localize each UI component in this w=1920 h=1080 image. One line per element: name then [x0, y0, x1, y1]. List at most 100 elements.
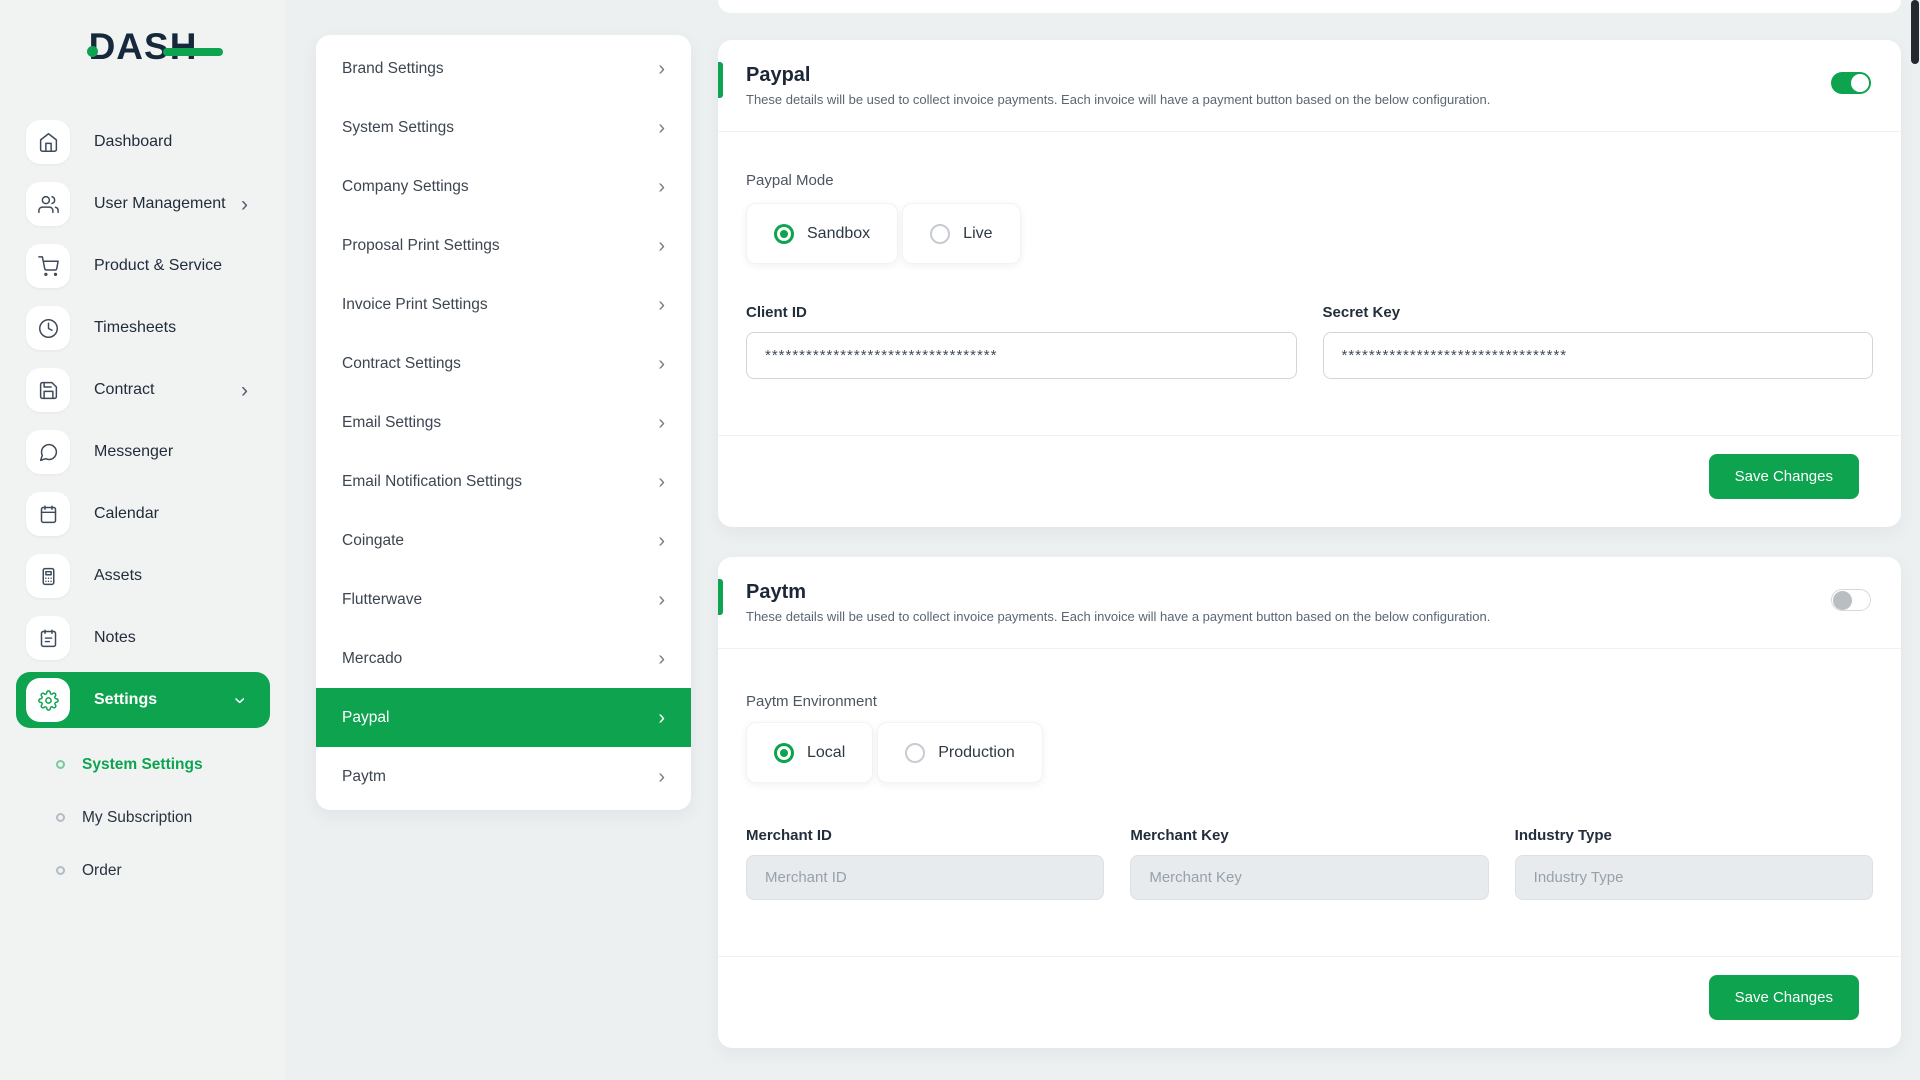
radio-unselected-icon — [905, 743, 925, 763]
merchant-key-input[interactable] — [1130, 855, 1488, 900]
menu-item-paytm[interactable]: Paytm › — [316, 747, 691, 806]
chevron-right-icon: › — [241, 194, 248, 215]
menu-item-label: Email Notification Settings — [342, 473, 522, 491]
app-logo[interactable]: DASH — [89, 26, 198, 84]
merchant-id-input[interactable] — [746, 855, 1104, 900]
paypal-fields: Client ID Secret Key — [746, 304, 1873, 379]
client-id-label: Client ID — [746, 304, 1297, 321]
page-scrollbar-thumb[interactable] — [1911, 0, 1919, 64]
menu-item-coingate[interactable]: Coingate › — [316, 511, 691, 570]
paypal-save-button[interactable]: Save Changes — [1709, 454, 1859, 499]
sidebar-item-settings[interactable]: Settings › — [16, 672, 270, 728]
chevron-right-icon: › — [658, 354, 665, 374]
sidebar-item-timesheets[interactable]: Timesheets — [16, 300, 270, 356]
menu-item-label: System Settings — [342, 119, 454, 137]
chevron-right-icon: › — [658, 59, 665, 79]
sidebar-subitem-system-settings[interactable]: System Settings — [16, 738, 270, 791]
logo-dot-icon — [87, 46, 98, 57]
paypal-card-body: Paypal Mode Sandbox Live Client ID Secre… — [718, 132, 1901, 435]
paytm-save-button[interactable]: Save Changes — [1709, 975, 1859, 1020]
green-accent-bar — [718, 62, 723, 98]
client-id-field-group: Client ID — [746, 304, 1297, 379]
radio-bullet-icon — [56, 866, 65, 875]
paypal-mode-label: Paypal Mode — [746, 172, 1873, 189]
sidebar-item-dashboard[interactable]: Dashboard — [16, 114, 270, 170]
paytm-settings-card: Paytm These details will be used to coll… — [718, 557, 1901, 1048]
logo-text: DASH — [89, 26, 198, 67]
radio-bullet-icon — [56, 760, 65, 769]
industry-type-input[interactable] — [1515, 855, 1873, 900]
sidebar-item-label: Assets — [94, 567, 142, 585]
settings-menu-panel: Brand Settings › System Settings › Compa… — [316, 35, 691, 810]
menu-item-label: Contract Settings — [342, 355, 461, 373]
green-accent-bar — [718, 579, 723, 615]
menu-item-brand-settings[interactable]: Brand Settings › — [316, 39, 691, 98]
chevron-down-icon: › — [230, 697, 251, 704]
sidebar-item-user-management[interactable]: User Management › — [16, 176, 270, 232]
chevron-right-icon: › — [658, 236, 665, 256]
sidebar-item-label: Settings — [94, 691, 157, 709]
paypal-enabled-toggle[interactable] — [1831, 72, 1871, 94]
paytm-env-production-option[interactable]: Production — [877, 722, 1043, 783]
chat-icon — [26, 430, 70, 474]
home-icon — [26, 120, 70, 164]
paypal-card-title: Paypal — [746, 64, 1873, 87]
paypal-card-footer: Save Changes — [718, 435, 1901, 527]
sidebar-item-label: User Management — [94, 195, 226, 213]
menu-item-proposal-print-settings[interactable]: Proposal Print Settings › — [316, 216, 691, 275]
merchant-id-label: Merchant ID — [746, 827, 1104, 844]
secret-key-field-group: Secret Key — [1323, 304, 1874, 379]
sidebar-subitem-order[interactable]: Order — [16, 844, 270, 897]
sidebar-item-messenger[interactable]: Messenger — [16, 424, 270, 480]
paypal-mode-options: Sandbox Live — [746, 203, 1873, 264]
chevron-right-icon: › — [658, 472, 665, 492]
sidebar-item-assets[interactable]: Assets — [16, 548, 270, 604]
notes-icon — [26, 616, 70, 660]
secret-key-input[interactable] — [1323, 332, 1874, 379]
logo-bar-icon — [163, 48, 223, 56]
paypal-mode-sandbox-option[interactable]: Sandbox — [746, 203, 898, 264]
toggle-knob — [1851, 74, 1869, 92]
sidebar-item-product-service[interactable]: Product & Service — [16, 238, 270, 294]
menu-item-company-settings[interactable]: Company Settings › — [316, 157, 691, 216]
radio-option-label: Production — [938, 744, 1015, 762]
sidebar-item-notes[interactable]: Notes — [16, 610, 270, 666]
menu-item-label: Flutterwave — [342, 591, 422, 609]
menu-item-email-settings[interactable]: Email Settings › — [316, 393, 691, 452]
sidebar-item-label: Contract — [94, 381, 154, 399]
menu-item-system-settings[interactable]: System Settings › — [316, 98, 691, 157]
menu-item-invoice-print-settings[interactable]: Invoice Print Settings › — [316, 275, 691, 334]
menu-item-paypal[interactable]: Paypal › — [316, 688, 691, 747]
calendar-icon — [26, 492, 70, 536]
paypal-mode-live-option[interactable]: Live — [902, 203, 1020, 264]
paytm-card-body: Paytm Environment Local Production Merch… — [718, 649, 1901, 956]
sidebar-subitem-my-subscription[interactable]: My Subscription — [16, 791, 270, 844]
chevron-right-icon: › — [658, 531, 665, 551]
paypal-card-description: These details will be used to collect in… — [746, 92, 1873, 107]
radio-selected-icon — [774, 224, 794, 244]
menu-item-mercado[interactable]: Mercado › — [316, 629, 691, 688]
chevron-right-icon: › — [658, 295, 665, 315]
paytm-env-local-option[interactable]: Local — [746, 722, 873, 783]
radio-option-label: Live — [963, 225, 992, 243]
menu-item-label: Coingate — [342, 532, 404, 550]
sidebar-item-contract[interactable]: Contract › — [16, 362, 270, 418]
menu-item-label: Company Settings — [342, 178, 469, 196]
chevron-right-icon: › — [658, 177, 665, 197]
sub-item-label: System Settings — [82, 756, 203, 774]
toggle-knob — [1833, 591, 1852, 610]
radio-option-label: Local — [807, 744, 845, 762]
previous-card-edge — [718, 0, 1901, 13]
paytm-card-description: These details will be used to collect in… — [746, 609, 1873, 624]
menu-item-label: Invoice Print Settings — [342, 296, 488, 314]
menu-item-contract-settings[interactable]: Contract Settings › — [316, 334, 691, 393]
menu-item-email-notification-settings[interactable]: Email Notification Settings › — [316, 452, 691, 511]
menu-item-label: Paypal — [342, 709, 389, 727]
gear-icon — [26, 678, 70, 722]
client-id-input[interactable] — [746, 332, 1297, 379]
sidebar-item-calendar[interactable]: Calendar — [16, 486, 270, 542]
paytm-enabled-toggle[interactable] — [1831, 589, 1871, 611]
chevron-right-icon: › — [658, 649, 665, 669]
paytm-card-header: Paytm These details will be used to coll… — [718, 557, 1901, 649]
menu-item-flutterwave[interactable]: Flutterwave › — [316, 570, 691, 629]
